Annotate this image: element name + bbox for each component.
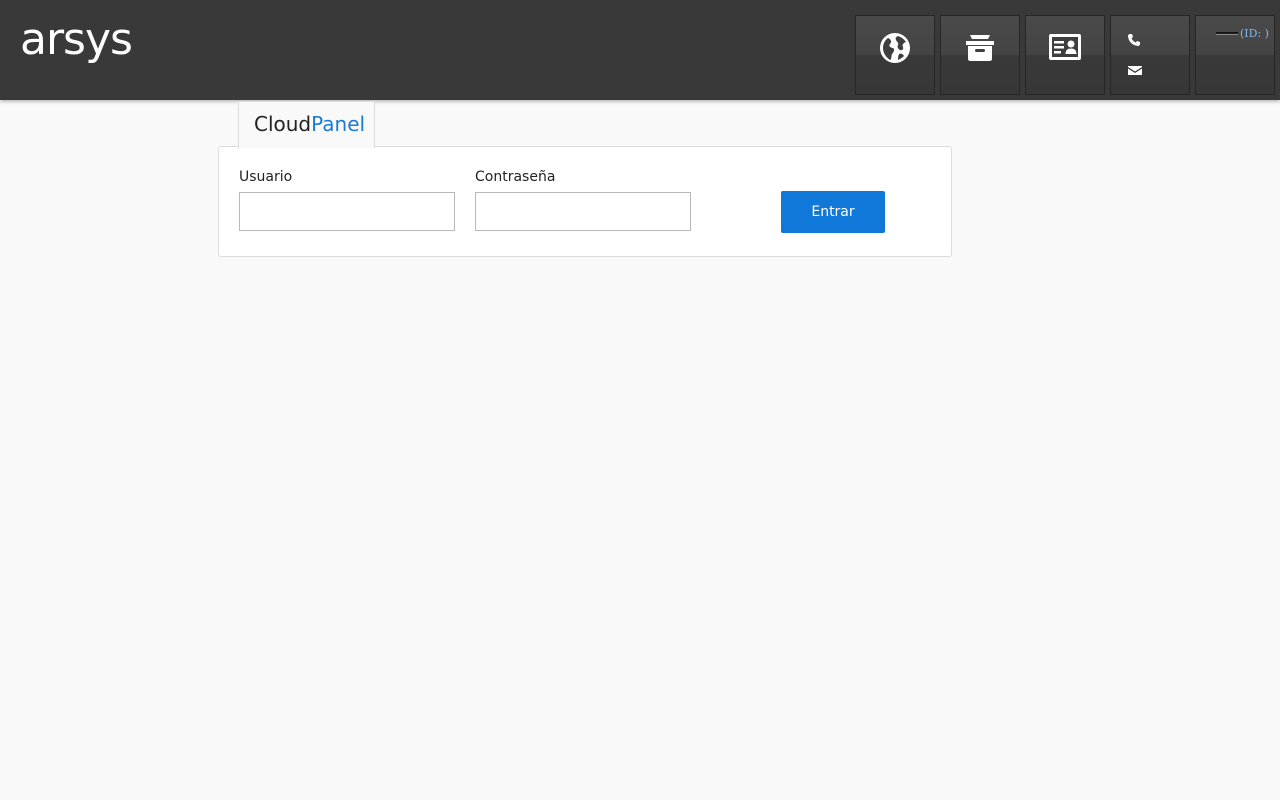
tab-cloudpanel[interactable]: CloudPanel (238, 101, 375, 148)
id-card-icon (1048, 32, 1082, 62)
password-input[interactable] (475, 192, 691, 231)
password-label: Contraseña (475, 169, 556, 185)
user-id-text: (ID: ) (1240, 27, 1269, 40)
login-form: Usuario Contraseña Entrar (218, 146, 952, 257)
account-nav-button[interactable] (1025, 15, 1105, 95)
globe-icon (879, 32, 911, 64)
login-button[interactable]: Entrar (781, 191, 885, 233)
user-name-placeholder (1216, 32, 1238, 35)
phone-icon (1127, 32, 1141, 51)
archive-box-icon (964, 32, 996, 62)
arsys-logo[interactable]: arsys (20, 18, 133, 62)
envelope-icon (1127, 62, 1143, 81)
user-nav-button[interactable]: (ID: ) (1195, 15, 1275, 95)
shop-nav-button[interactable] (940, 15, 1020, 95)
username-label: Usuario (239, 169, 293, 185)
top-header: arsys (ID:) (0, 0, 1280, 100)
domains-nav-button[interactable] (855, 15, 935, 95)
tab-label-cloud: Cloud (254, 112, 312, 136)
tab-label-panel: Panel (311, 112, 366, 136)
contact-nav-button[interactable] (1110, 15, 1190, 95)
username-input[interactable] (239, 192, 455, 231)
